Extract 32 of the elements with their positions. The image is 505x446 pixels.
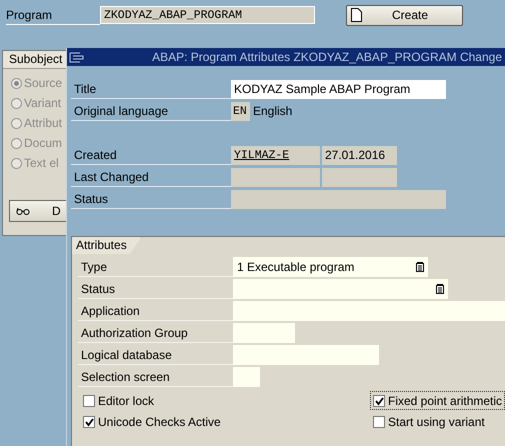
date-field[interactable] xyxy=(322,168,397,186)
checkbox[interactable] xyxy=(373,416,385,428)
checkbox-option[interactable]: Editor lock xyxy=(81,392,156,409)
glasses-icon xyxy=(16,206,30,216)
window-icon xyxy=(69,52,84,62)
checkbox[interactable] xyxy=(83,394,95,406)
checkbox[interactable] xyxy=(83,416,95,428)
list-icon xyxy=(436,284,444,294)
language-name: English xyxy=(252,102,292,120)
input-field[interactable] xyxy=(233,367,260,387)
user-field[interactable]: YILMAZ-E xyxy=(231,146,320,164)
field-label: Application xyxy=(78,301,233,321)
input-field[interactable] xyxy=(232,301,505,321)
checkbox[interactable] xyxy=(373,394,385,406)
title-field[interactable]: KODYAZ Sample ABAP Program xyxy=(231,80,446,98)
checkbox-option[interactable]: Start using variant xyxy=(371,413,487,430)
window-title: ABAP: Program Attributes ZKODYAZ_ABAP_PROGRAM Change xyxy=(152,50,503,64)
date-field[interactable]: 27.01.2016 xyxy=(322,146,397,164)
user-field[interactable] xyxy=(231,168,320,186)
dropdown-field[interactable] xyxy=(233,279,448,299)
input-field[interactable] xyxy=(233,345,379,365)
language-code-field[interactable]: EN xyxy=(231,102,250,120)
list-icon xyxy=(416,262,424,272)
input-field[interactable] xyxy=(233,323,295,343)
checkbox-option[interactable]: Unicode Checks Active xyxy=(81,413,223,430)
status-field[interactable] xyxy=(231,190,446,208)
dropdown-field[interactable]: 1 Executable program xyxy=(233,257,428,277)
program-field[interactable]: ZKODYAZ_ABAP_PROGRAM xyxy=(100,6,315,24)
attributes-tab[interactable]: Attributes xyxy=(72,237,142,254)
checkbox-option[interactable]: Fixed point arithmetic xyxy=(371,392,504,409)
create-button[interactable]: Create xyxy=(346,4,463,26)
document-icon xyxy=(351,8,362,22)
